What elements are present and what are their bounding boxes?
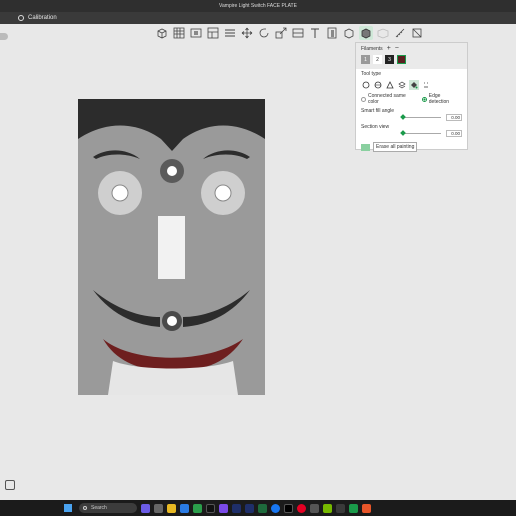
tab-calibration[interactable]: Calibration bbox=[18, 15, 57, 21]
filaments-label: Filaments bbox=[361, 45, 383, 52]
filament-swatch-4[interactable] bbox=[397, 55, 406, 64]
smart-fill-angle-slider[interactable] bbox=[400, 114, 441, 120]
remove-filament-button[interactable]: − bbox=[395, 45, 399, 52]
switch-opening bbox=[158, 216, 185, 279]
text-icon[interactable] bbox=[308, 26, 322, 40]
view-reset-icon[interactable] bbox=[5, 480, 15, 490]
photoshop-icon[interactable] bbox=[232, 503, 241, 513]
tab-bar: Calibration bbox=[0, 12, 516, 24]
triangle-brush-icon[interactable] bbox=[385, 80, 395, 90]
smart-fill-angle-label: Smart fill angle bbox=[361, 108, 395, 114]
main-toolbar bbox=[155, 25, 427, 41]
app-icon-18[interactable] bbox=[362, 503, 371, 513]
vampire-face-plate-model[interactable] bbox=[78, 99, 265, 395]
assembly-icon[interactable] bbox=[410, 26, 424, 40]
search-icon bbox=[83, 506, 87, 510]
filament-swatch-2[interactable]: 2 bbox=[373, 55, 382, 64]
support-paint-icon[interactable] bbox=[325, 26, 339, 40]
filament-swatch-3[interactable]: 3 bbox=[385, 55, 394, 64]
sphere-brush-icon[interactable] bbox=[373, 80, 383, 90]
app-icon-1[interactable] bbox=[141, 503, 150, 513]
scale-icon[interactable] bbox=[274, 26, 288, 40]
erase-all-painting-button[interactable]: Erase all painting bbox=[373, 142, 418, 152]
app-icon-10[interactable] bbox=[258, 503, 267, 513]
section-view-input[interactable]: 0.00 bbox=[446, 130, 462, 137]
edge-detection-radio[interactable] bbox=[421, 96, 427, 102]
nvidia-icon[interactable] bbox=[323, 503, 332, 513]
windows-start-icon[interactable] bbox=[64, 504, 72, 512]
app-icon-7[interactable] bbox=[219, 503, 228, 513]
add-cube-icon[interactable] bbox=[155, 26, 169, 40]
split-icon[interactable] bbox=[223, 26, 237, 40]
arrange-icon[interactable] bbox=[206, 26, 220, 40]
tab-calibration-label: Calibration bbox=[28, 15, 57, 21]
height-range-icon[interactable] bbox=[397, 80, 407, 90]
windows-taskbar: Search bbox=[0, 500, 516, 516]
taskbar-search-placeholder: Search bbox=[91, 505, 107, 511]
slider-thumb[interactable] bbox=[400, 130, 406, 136]
window-title: Vampire Light Switch FACE PLATE bbox=[219, 3, 297, 9]
move-icon[interactable] bbox=[240, 26, 254, 40]
cut-icon[interactable] bbox=[291, 26, 305, 40]
app-icon-6[interactable] bbox=[206, 503, 215, 513]
smart-fill-angle-input[interactable]: 0.00 bbox=[446, 114, 462, 121]
taskbar-search[interactable]: Search bbox=[79, 503, 137, 513]
rotate-icon[interactable] bbox=[257, 26, 271, 40]
app-icon-5[interactable] bbox=[193, 503, 202, 513]
section-view-label: Section view bbox=[361, 124, 390, 130]
tool-type-label: Tool type bbox=[361, 71, 382, 77]
color-paint-icon[interactable] bbox=[359, 26, 373, 40]
connected-same-color-radio[interactable] bbox=[361, 96, 366, 102]
collapse-sidebar-handle[interactable] bbox=[0, 33, 8, 40]
x-icon[interactable] bbox=[284, 503, 293, 513]
bambu-studio-icon[interactable] bbox=[349, 503, 358, 513]
circle-brush-icon[interactable] bbox=[361, 80, 371, 90]
premiere-icon[interactable] bbox=[245, 503, 254, 513]
app-icon-14[interactable] bbox=[310, 503, 319, 513]
app-icon-16[interactable] bbox=[336, 503, 345, 513]
edge-browser-icon[interactable] bbox=[180, 503, 189, 513]
edge-detection-label: Edge detection bbox=[428, 93, 450, 105]
add-filament-button[interactable]: + bbox=[387, 45, 391, 52]
slider-thumb[interactable] bbox=[400, 114, 406, 120]
measure-icon[interactable] bbox=[393, 26, 407, 40]
filament-swatch-1[interactable]: 1 bbox=[361, 55, 370, 64]
section-view-slider[interactable] bbox=[400, 130, 441, 136]
orient-icon[interactable] bbox=[189, 26, 203, 40]
color-painting-panel: Filaments + − 1 2 3 Tool type Connected … bbox=[355, 42, 468, 152]
emboss-icon[interactable] bbox=[376, 26, 390, 40]
facebook-icon[interactable] bbox=[271, 503, 280, 513]
pinterest-icon[interactable] bbox=[297, 503, 306, 513]
filaments-header: Filaments + − 1 2 3 bbox=[356, 43, 467, 69]
fill-bucket-icon[interactable] bbox=[409, 80, 419, 90]
connected-same-color-label: Connected same color bbox=[367, 93, 406, 105]
seam-paint-icon[interactable] bbox=[342, 26, 356, 40]
calibration-icon bbox=[18, 15, 24, 21]
eraser-icon bbox=[361, 143, 370, 151]
grid-icon[interactable] bbox=[172, 26, 186, 40]
window-titlebar: Vampire Light Switch FACE PLATE bbox=[0, 0, 516, 12]
file-explorer-icon[interactable] bbox=[167, 503, 176, 513]
app-icon-2[interactable] bbox=[154, 503, 163, 513]
gap-fill-icon[interactable] bbox=[421, 80, 431, 90]
